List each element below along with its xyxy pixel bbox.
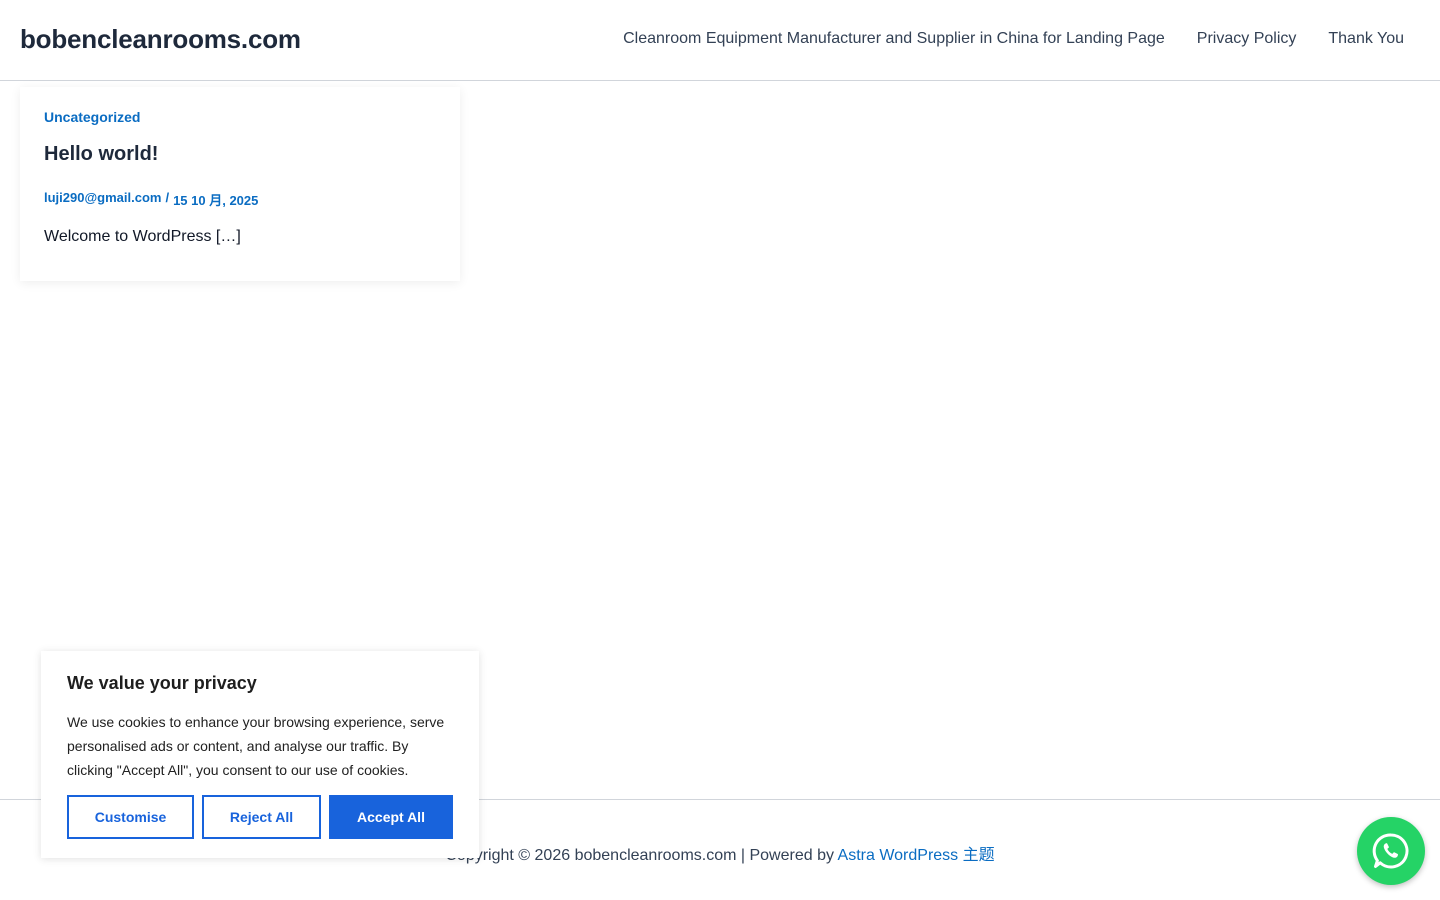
nav-item-landing-page[interactable]: Cleanroom Equipment Manufacturer and Sup…: [623, 30, 1165, 48]
copyright-text: Copyright © 2026 bobencleanrooms.com | P…: [445, 847, 834, 864]
post-date: 15 10 月, 2025: [173, 193, 259, 208]
whatsapp-chat-button[interactable]: [1357, 817, 1425, 885]
nav-item-thank-you[interactable]: Thank You: [1328, 30, 1404, 48]
post-excerpt: Welcome to WordPress […]: [44, 228, 241, 245]
site-header: bobencleanrooms.com Cleanroom Equipment …: [0, 0, 1440, 81]
post-title[interactable]: Hello world!: [44, 143, 436, 166]
meta-separator: /: [165, 190, 170, 205]
accept-all-button[interactable]: Accept All: [329, 795, 453, 839]
reject-all-button[interactable]: Reject All: [202, 795, 321, 839]
astra-theme-link[interactable]: Astra WordPress 主题: [838, 847, 995, 864]
whatsapp-icon: [1372, 833, 1409, 869]
customise-button[interactable]: Customise: [67, 795, 194, 839]
cookie-banner-text: We use cookies to enhance your browsing …: [67, 714, 445, 778]
nav-item-privacy-policy[interactable]: Privacy Policy: [1197, 30, 1297, 48]
post-category-link[interactable]: Uncategorized: [44, 109, 436, 125]
post-meta: luji290@gmail.com / 15 10 月, 2025: [44, 190, 436, 209]
cookie-banner-title: We value your privacy: [67, 673, 257, 693]
cookie-consent-banner: We value your privacy We use cookies to …: [41, 651, 479, 858]
cookie-button-group: Customise Reject All Accept All: [67, 795, 453, 839]
primary-nav: Cleanroom Equipment Manufacturer and Sup…: [623, 30, 1404, 48]
site-title[interactable]: bobencleanrooms.com: [20, 24, 301, 55]
post-card: Uncategorized Hello world! luji290@gmail…: [20, 87, 460, 281]
post-author-link[interactable]: luji290@gmail.com: [44, 190, 161, 209]
